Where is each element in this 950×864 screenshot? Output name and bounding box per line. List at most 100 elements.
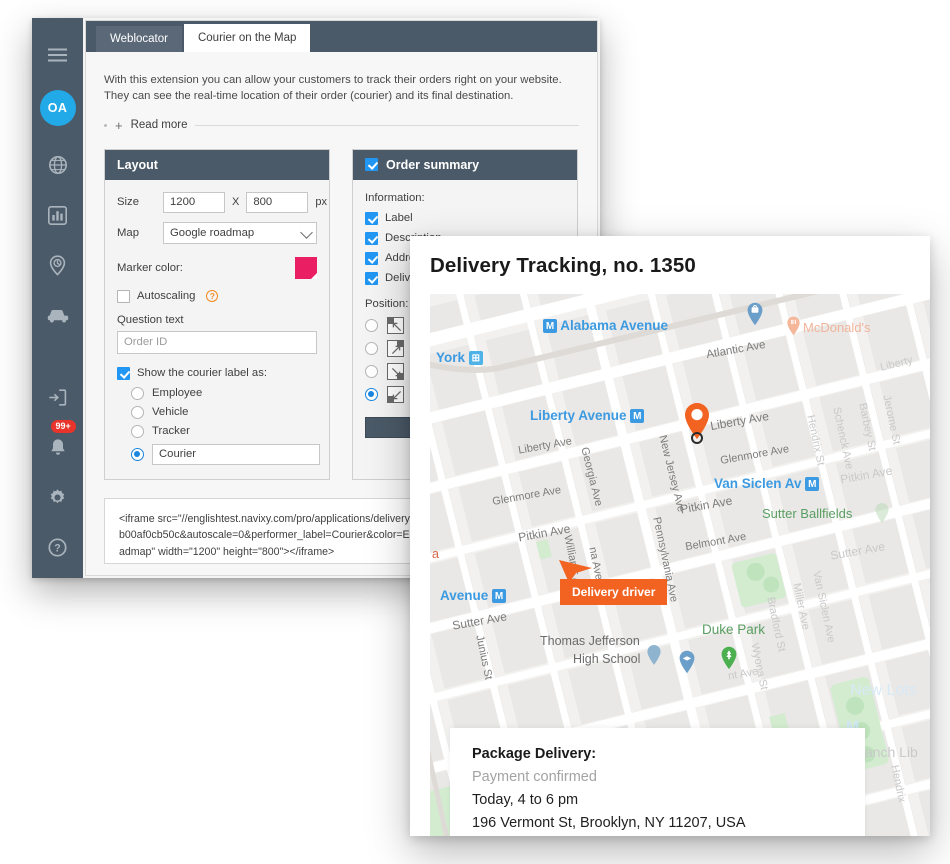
courier-option-tracker[interactable]: Tracker (131, 424, 317, 438)
read-more-label: Read more (130, 119, 188, 132)
tab-weblocator[interactable]: Weblocator (96, 26, 182, 52)
checkbox-label[interactable] (365, 211, 378, 225)
courier-option-vehicle[interactable]: Vehicle (131, 405, 317, 419)
question-text-label: Question text (117, 313, 184, 326)
map-label-duke-park: Duke Park (702, 622, 766, 637)
radio-employee[interactable] (131, 386, 144, 400)
subway-icon: M (492, 589, 507, 604)
map-label-alabama-avenue: M Alabama Avenue (543, 318, 668, 334)
poi-pin-store (747, 302, 763, 326)
radio-position-bottom-left[interactable] (365, 387, 378, 401)
position-icon-bottom-left (387, 385, 404, 403)
divider (195, 124, 579, 126)
autoscaling-label: Autoscaling (137, 290, 196, 303)
tab-strip: Weblocator Courier on the Map (86, 21, 597, 52)
plus-icon: + (115, 117, 123, 133)
checkbox-address[interactable] (365, 251, 378, 265)
info-payment-status: Payment confirmed (472, 769, 597, 785)
radio-courier[interactable] (131, 447, 144, 461)
radio-tracker[interactable] (131, 424, 144, 438)
map-label-sutter-ballfields: Sutter Ballfields (762, 506, 853, 521)
position-icon-bottom-right (387, 362, 404, 380)
car-icon[interactable] (41, 298, 75, 332)
info-item-label[interactable]: Label (365, 211, 565, 225)
intro-text: With this extension you can allow your c… (104, 74, 562, 103)
logout-icon[interactable] (41, 380, 75, 414)
bullet-dot (104, 123, 107, 127)
map-label: Map (117, 226, 139, 239)
courier-label-row[interactable]: Show the courier label as: (117, 366, 317, 380)
checkbox-label-text: Label (385, 212, 413, 225)
checkbox-description[interactable] (365, 231, 378, 245)
bar-chart-icon[interactable] (41, 198, 75, 232)
hamburger-icon[interactable] (41, 38, 75, 72)
driver-label[interactable]: Delivery driver (560, 579, 668, 605)
layout-card-title: Layout (117, 157, 158, 172)
map-label-liberty-avenue: Liberty Avenue M (530, 408, 645, 424)
question-text-input[interactable] (117, 330, 317, 354)
globe-icon[interactable] (41, 148, 75, 182)
question-icon[interactable]: ? (41, 530, 75, 564)
bell-icon[interactable]: 99+ (41, 420, 76, 464)
courier-custom-input[interactable] (152, 443, 320, 465)
position-icon-top-left (387, 316, 404, 334)
map-label-mcdonalds: McDonald's (803, 320, 871, 335)
map-label-new-lots: New Lots (850, 682, 917, 699)
order-summary-title: Order summary (386, 157, 480, 172)
destination-anchor-ring (691, 432, 703, 444)
radio-position-top-left[interactable] (365, 318, 378, 332)
subway-icon: ⊞ (468, 351, 483, 366)
read-more-row[interactable]: + Read more (104, 118, 579, 133)
autoscaling-row[interactable]: Autoscaling ? (117, 289, 317, 303)
size-label: Size (117, 196, 139, 209)
info-package-delivery: Package Delivery: (472, 746, 597, 762)
map-label-high-school: High School (573, 652, 641, 666)
avatar[interactable]: OA (39, 90, 76, 126)
info-delivery-window: Today, 4 to 6 pm (472, 792, 579, 808)
courier-label-checkbox[interactable] (117, 366, 130, 380)
size-x-separator: X (232, 196, 240, 209)
poi-pin-restaurant (787, 316, 800, 336)
courier-option-employee[interactable]: Employee (131, 386, 317, 400)
information-label: Information: (365, 191, 425, 204)
map-label-york: York ⊞ (436, 350, 483, 366)
size-height-input[interactable] (246, 191, 309, 213)
layout-card: Layout Size X px (104, 148, 330, 480)
map-row: Map Google roadmap (117, 221, 317, 244)
map-area[interactable]: M Alabama Avenue McDonald's York ⊞ Atlan… (430, 294, 930, 836)
order-info-panel: Package Delivery: Payment confirmed Toda… (450, 728, 865, 836)
map-type-select[interactable]: Google roadmap (163, 221, 317, 244)
help-badge-icon[interactable]: ? (206, 290, 219, 303)
delivery-tracking-card: Delivery Tracking, no. 1350 M Alabama Av… (410, 236, 930, 836)
size-row: Size X px (117, 191, 327, 213)
marker-color-swatch[interactable] (295, 256, 317, 279)
courier-label-text: Show the courier label as: (137, 367, 267, 380)
poi-pin-park (721, 646, 737, 670)
radio-employee-label: Employee (152, 387, 203, 400)
layout-card-header: Layout (105, 149, 329, 180)
info-address: 196 Vermont St, Brooklyn, NY 11207, USA (472, 815, 746, 831)
map-label-van-siclen-av: Van Siclen Av M (714, 476, 820, 492)
radio-tracker-label: Tracker (152, 425, 190, 438)
subway-icon: M (543, 319, 557, 334)
poi-pin-school (679, 650, 695, 674)
subway-icon: M (630, 409, 645, 424)
radio-vehicle-label: Vehicle (152, 406, 189, 419)
radio-vehicle[interactable] (131, 405, 144, 419)
gear-icon[interactable] (41, 480, 75, 514)
poi-pin-green-faint (875, 503, 889, 523)
tab-courier-on-the-map[interactable]: Courier on the Map (183, 24, 311, 52)
clock-pin-icon[interactable] (41, 248, 75, 282)
radio-position-top-right[interactable] (365, 341, 378, 355)
marker-color-row: Marker color: (117, 256, 317, 279)
radio-position-bottom-right[interactable] (365, 364, 378, 378)
order-summary-checkbox[interactable] (365, 158, 378, 172)
size-width-input[interactable] (163, 191, 225, 213)
checkbox-delivery-time[interactable] (365, 271, 378, 285)
courier-option-courier[interactable] (131, 443, 320, 465)
position-icon-top-right (387, 339, 404, 357)
subway-icon: M (805, 477, 820, 492)
autoscaling-checkbox[interactable] (117, 289, 130, 303)
map-label-thomas-jefferson: Thomas Jefferson (540, 634, 640, 648)
svg-text:?: ? (54, 542, 60, 554)
